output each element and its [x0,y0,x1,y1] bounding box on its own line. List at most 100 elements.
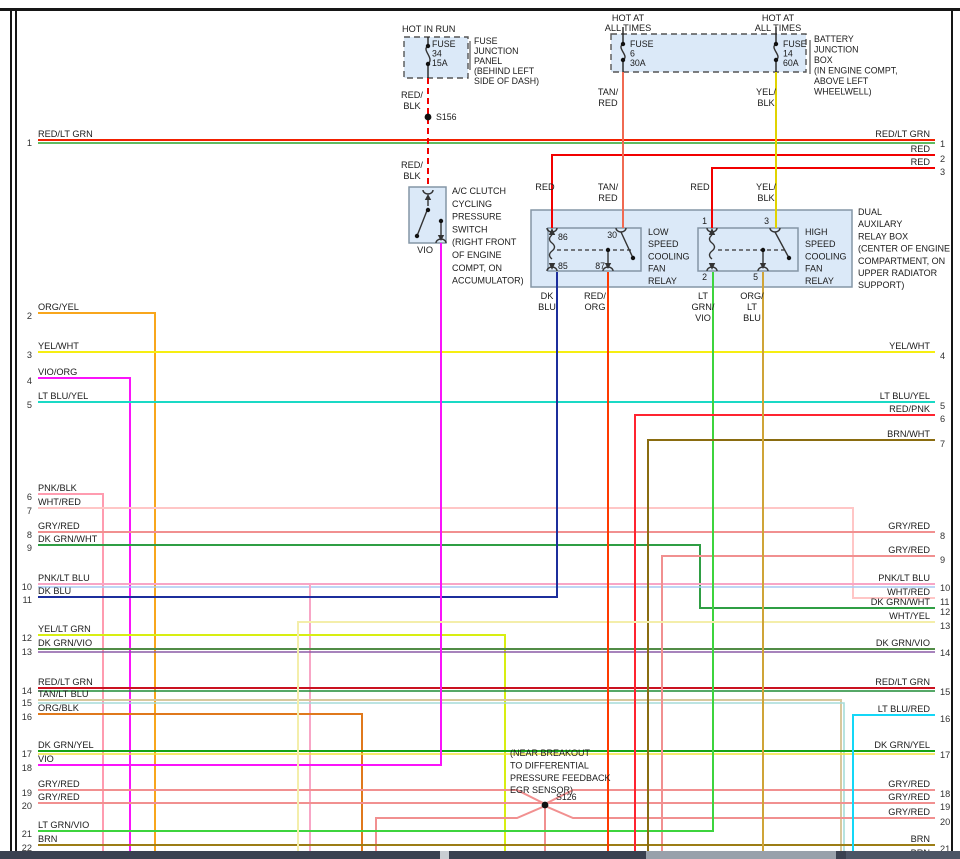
left-wire-number-8: 8 [27,530,32,540]
right-wire-label-16: LT BLU/RED [878,704,931,714]
annotation-tan-red-label-1: RED [598,98,618,108]
left-wire-number-2: 2 [27,311,32,321]
wire-dk-blu [38,272,558,598]
annotation-dual-aux-relay-label: (CENTER OF ENGINE [858,244,950,254]
annotation-red-blk-label-1: RED/ [401,90,423,100]
annotation-lt-grn-vio-label: VIO [695,313,711,323]
annotation-dual-aux-relay-label: DUAL [858,207,882,217]
annotation-battery-junction-label: BOX [814,55,833,65]
left-wire-label-20: GRY/RED [38,792,80,802]
annotation-org-lt-blu-label: ORG/ [740,291,764,301]
annotation-red-label-1: RED [535,182,555,192]
left-wire-label-8: GRY/RED [38,521,80,531]
left-wire-number-10: 10 [22,582,32,592]
annotation-ac-switch-label: OF ENGINE [452,250,502,260]
left-wire-label-19: GRY/RED [38,779,80,789]
right-wire-label-2: RED [911,144,931,154]
right-wire-label-6: RED/PNK [889,404,931,414]
left-wire-label-5: LT BLU/YEL [38,391,88,401]
wire-org-blk [38,713,363,859]
left-wire-number-11: 11 [22,595,32,605]
left-wire-label-10: PNK/LT BLU [38,573,90,583]
right-wire-number-8: 8 [940,531,945,541]
right-wire-label-19: GRY/RED [888,792,930,802]
annotation-yel-blk-label-1: YEL/ [756,87,776,97]
annotation-pin-87: 87 [595,261,605,271]
annotation-hot-at-all-times-1: HOT AT [612,13,645,23]
right-wire-label-1: RED/LT GRN [875,129,930,139]
right-wire-number-4: 4 [940,351,945,361]
left-wire-number-7: 7 [27,506,32,516]
wire-gry-red-row19 [38,789,935,806]
annotation-battery-junction-label: ABOVE LEFT [814,76,869,86]
annotation-yel-blk-label-2: YEL/ [756,182,776,192]
annotation-egr-note: TO DIFFERENTIAL [510,760,589,770]
right-wire-label-9: GRY/RED [888,545,930,555]
left-wire-number-1: 1 [27,138,32,148]
left-wire-number-16: 16 [22,712,32,722]
annotation-tan-red-label-1: TAN/ [598,87,619,97]
annotation-hot-at-all-times-1: ALL TIMES [605,23,651,33]
left-wire-label-6: PNK/BLK [38,483,78,493]
annotation-ac-switch-label: (RIGHT FRONT [452,237,517,247]
left-wire-number-13: 13 [22,647,32,657]
annotation-pin-3: 3 [764,216,769,226]
annotation-dual-aux-relay-label: AUXILARY [858,219,902,229]
wire-dk-grn-wht [38,544,935,609]
annotation-low-speed-relay-label: LOW [648,227,669,237]
annotation-battery-junction-label: BATTERY [814,34,854,44]
left-wire-label-13: DK GRN/VIO [38,638,92,648]
right-wire-label-14: DK GRN/VIO [876,638,930,648]
annotation-tan-red-label-2: RED [598,193,618,203]
right-wire-number-10: 10 [940,583,950,593]
annotation-fuse-6: 30A [630,58,646,68]
annotation-pin-5: 5 [753,272,758,282]
right-wire-number-14: 14 [940,648,950,658]
annotation-lt-grn-vio-label: GRN/ [692,302,715,312]
horizontal-scrollbar-thumb[interactable] [646,851,836,859]
wires-layer [38,27,935,859]
left-wire-label-17: DK GRN/YEL [38,740,94,750]
right-wire-label-13: WHT/YEL [889,611,930,621]
left-wire-label-1: RED/LT GRN [38,129,93,139]
left-wire-label-11: DK BLU [38,586,71,596]
right-wire-number-3: 3 [940,167,945,177]
annotation-low-speed-relay-label: COOLING [648,251,690,261]
left-wire-label-22: BRN [38,834,57,844]
annotation-fuse-junction-panel: (BEHIND LEFT [474,66,535,76]
right-wire-number-17: 17 [940,750,950,760]
annotation-red-blk-label-2: RED/ [401,160,423,170]
annotation-red-blk-label-1: BLK [403,101,421,111]
wire-yel-lt-grn [38,634,506,859]
scrollbar-right-segment [846,851,960,859]
annotation-egr-note: (NEAR BREAKOUT [510,748,591,758]
annotation-egr-note: PRESSURE FEEDBACK [510,773,611,783]
right-wire-label-8: GRY/RED [888,521,930,531]
annotation-fuse-14: 14 [783,49,793,59]
annotation-hot-at-all-times-2: HOT AT [762,13,795,23]
annotation-red-org-label: ORG [585,302,606,312]
pane-splitter-handle[interactable] [440,851,449,859]
wiring-diagram-page: HOT IN RUN FUSE 34 15A FUSE JUNCTION PANEL (BEH… [0,0,960,859]
annotation-battery-junction-label: (IN ENGINE COMPT, [814,66,898,76]
right-wire-label-18: GRY/RED [888,779,930,789]
annotation-lt-grn-vio-label: LT [698,291,708,301]
left-wire-number-4: 4 [27,376,32,386]
wiring-diagram-canvas: HOT IN RUNFUSE3415AFUSEJUNCTIONPANEL(BEH… [22,13,950,859]
right-wire-number-16: 16 [940,714,950,724]
annotation-pin-1: 1 [702,216,707,226]
right-wire-number-9: 9 [940,555,945,565]
annotation-battery-junction-label: JUNCTION [814,45,858,55]
annotation-ac-switch-label: PRESSURE [452,212,502,222]
annotation-org-lt-blu-label: BLU [743,313,761,323]
right-wire-number-13: 13 [940,621,950,631]
annotation-yel-blk-label-1: BLK [757,98,775,108]
right-wire-label-4: YEL/WHT [889,341,930,351]
annotation-low-speed-relay-label: FAN [648,264,666,274]
left-wire-label-18: VIO [38,754,54,764]
right-wire-number-19: 19 [940,802,950,812]
right-wire-number-11: 11 [940,597,950,607]
diagram-right-border [951,8,953,851]
annotation-pin-30: 30 [607,230,617,240]
annotation-ac-switch-label: COMPT, ON [452,263,502,273]
